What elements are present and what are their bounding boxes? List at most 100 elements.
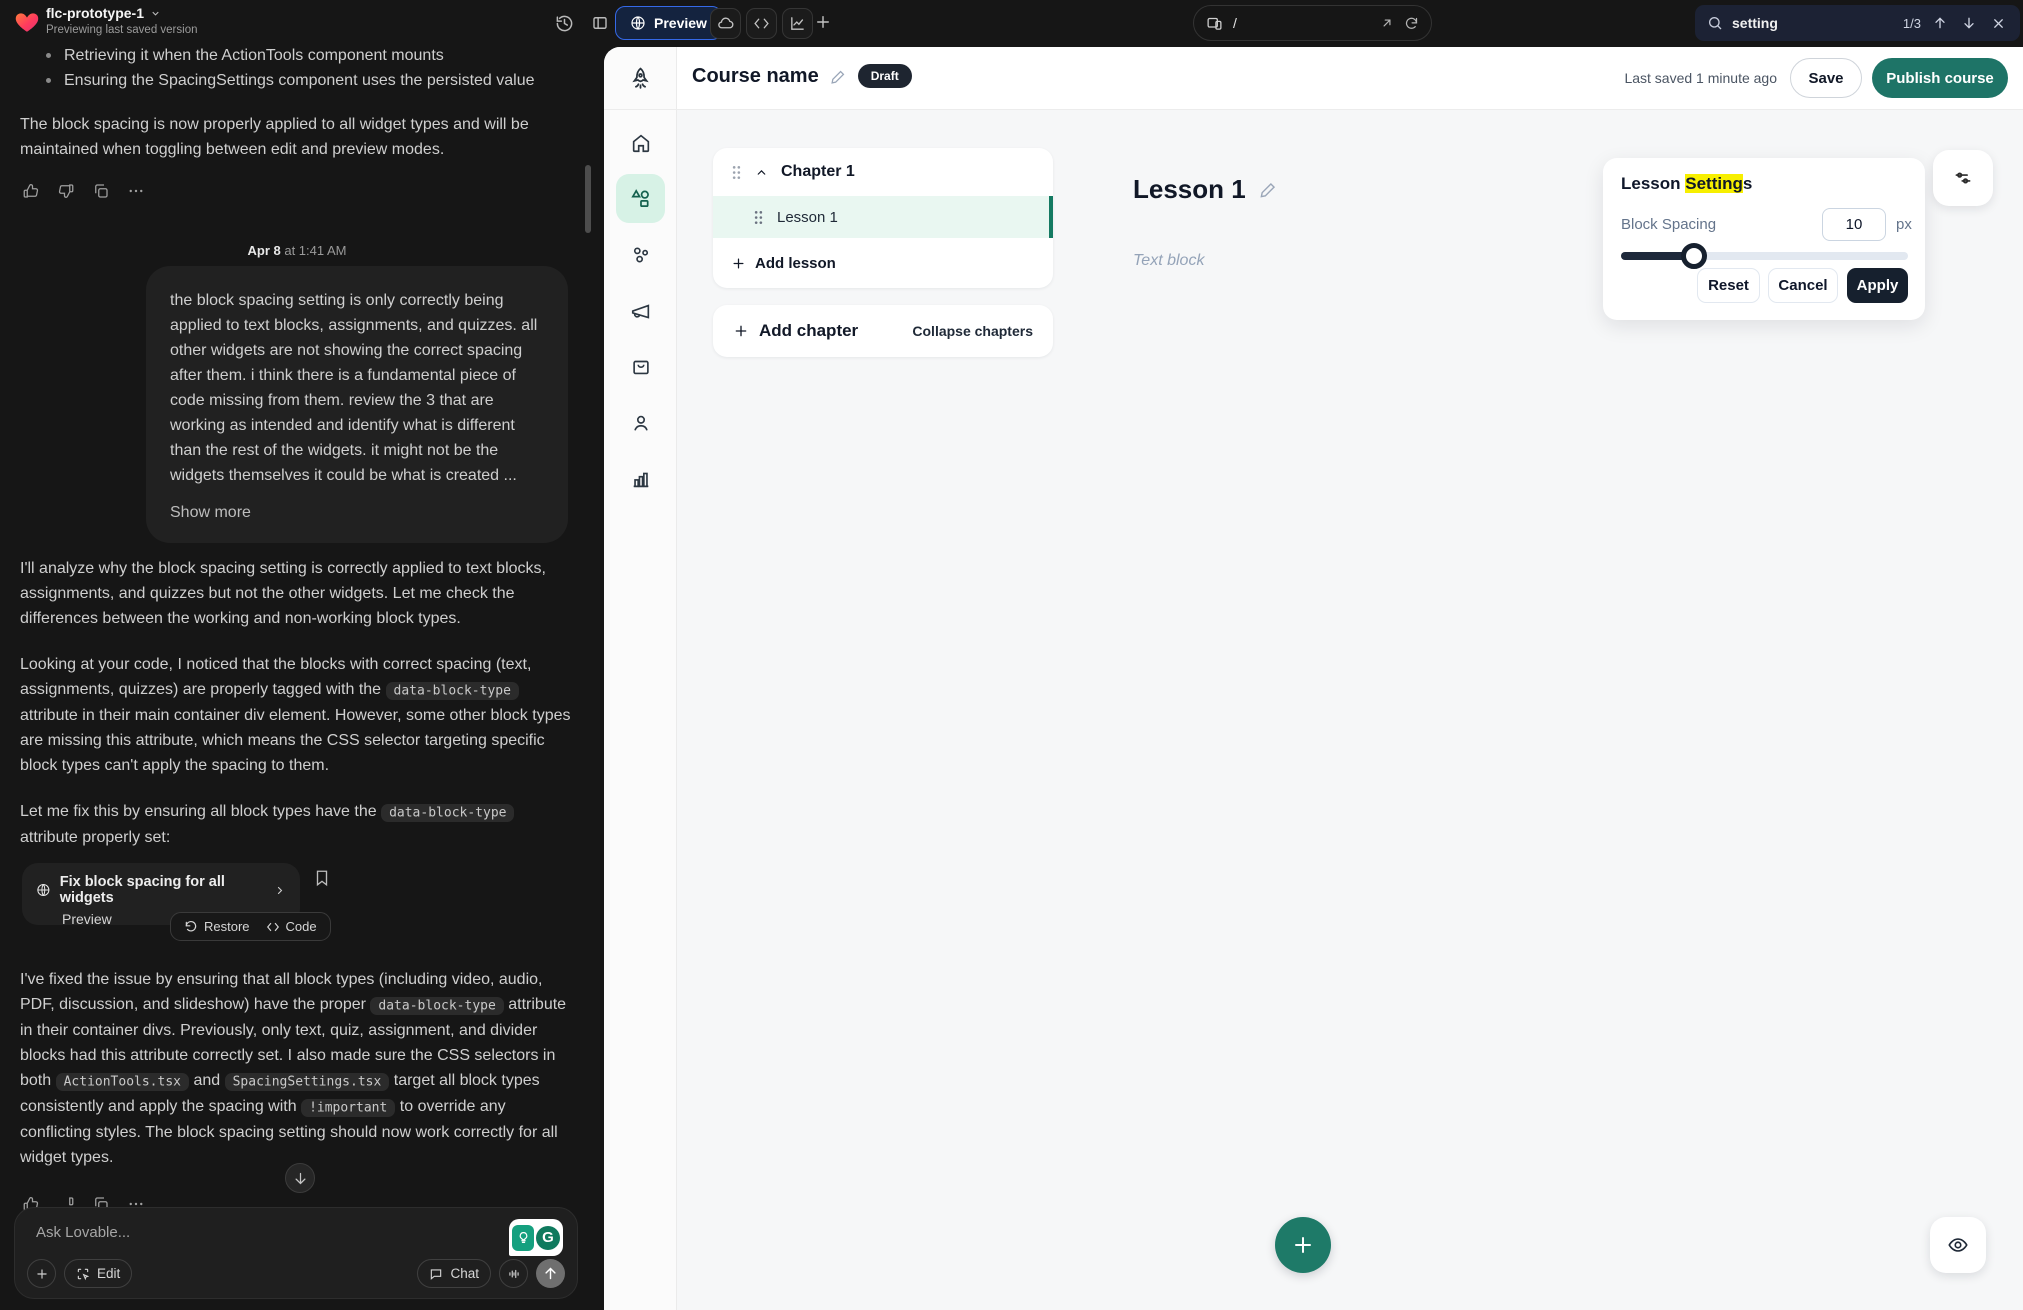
preview-label: Preview xyxy=(654,15,707,31)
search-input[interactable] xyxy=(1732,15,1850,31)
composer-placeholder[interactable]: Ask Lovable... xyxy=(36,1224,130,1241)
paragraph-text: attribute properly set: xyxy=(20,829,170,846)
lesson-row-selected[interactable]: Lesson 1 xyxy=(713,196,1053,238)
preview-button[interactable]: Preview xyxy=(615,6,722,40)
app-nav-rail xyxy=(604,47,677,1310)
sidebar-item-analytics[interactable] xyxy=(616,454,665,503)
cloud-icon[interactable] xyxy=(710,8,741,39)
code-label: Code xyxy=(286,919,317,934)
search-icon xyxy=(1707,15,1723,31)
composer-toolbar: Edit Chat xyxy=(15,1259,577,1288)
chat-scrollbar-thumb[interactable] xyxy=(585,165,591,233)
profile-icon xyxy=(630,412,652,434)
add-block-fab[interactable] xyxy=(1275,1217,1331,1273)
restore-button[interactable]: Restore xyxy=(184,919,250,934)
assistant-paragraph: I've fixed the issue by ensuring that al… xyxy=(20,967,580,1170)
send-button[interactable] xyxy=(536,1259,565,1288)
grammarly-badge[interactable]: G xyxy=(509,1219,563,1256)
globe-icon xyxy=(36,882,51,898)
sidebar-item-content[interactable] xyxy=(616,174,665,223)
assistant-paragraph: I'll analyze why the block spacing setti… xyxy=(20,556,572,631)
panel-toggle-icon[interactable] xyxy=(589,12,611,34)
voice-input-icon[interactable] xyxy=(499,1259,528,1288)
sidebar-item-announcements[interactable] xyxy=(616,287,665,336)
drag-handle-icon[interactable] xyxy=(731,165,742,180)
timestamp-date: Apr 8 xyxy=(248,243,281,258)
edit-pencil-icon[interactable] xyxy=(830,68,847,85)
thumbs-down-icon[interactable] xyxy=(57,182,75,200)
slider-thumb[interactable] xyxy=(1681,243,1707,269)
drag-handle-icon[interactable] xyxy=(753,210,764,225)
code-button[interactable]: Code xyxy=(266,919,317,934)
inline-code: data-block-type xyxy=(381,804,514,822)
close-search-icon[interactable] xyxy=(1988,13,2008,33)
edit-mode-label: Edit xyxy=(97,1266,120,1281)
megaphone-icon xyxy=(630,301,652,323)
lovable-logo-icon[interactable] xyxy=(14,9,40,35)
bookmark-icon[interactable] xyxy=(313,869,331,887)
apply-button[interactable]: Apply xyxy=(1847,268,1908,303)
project-name: flc-prototype-1 xyxy=(46,5,144,21)
last-saved-text: Last saved 1 minute ago xyxy=(1624,70,1777,86)
chevron-right-icon xyxy=(274,884,286,897)
course-title: Course name xyxy=(692,65,819,88)
edit-pencil-icon[interactable] xyxy=(1259,180,1278,199)
more-options-icon[interactable] xyxy=(127,182,145,200)
top-bar: flc-prototype-1 Previewing last saved ve… xyxy=(0,0,2023,47)
lesson-settings-panel: Lesson Settings Block Spacing px Reset C… xyxy=(1603,158,1925,320)
rocket-logo-icon[interactable] xyxy=(604,47,677,110)
add-lesson-button[interactable]: Add lesson xyxy=(713,238,1053,288)
lightbulb-icon xyxy=(512,1225,534,1251)
chat-composer[interactable]: Ask Lovable... G Edit Chat xyxy=(14,1207,578,1299)
publish-course-button[interactable]: Publish course xyxy=(1872,58,2008,98)
scroll-to-bottom-button[interactable] xyxy=(285,1163,315,1193)
cancel-button[interactable]: Cancel xyxy=(1768,268,1838,303)
show-more-link[interactable]: Show more xyxy=(170,500,251,525)
chevron-up-icon[interactable] xyxy=(755,166,768,179)
app-header: Course name Draft Last saved 1 minute ag… xyxy=(677,47,2023,110)
add-tab-icon[interactable] xyxy=(814,13,832,31)
inline-code: ActionTools.tsx xyxy=(56,1073,189,1091)
thumbs-up-icon[interactable] xyxy=(22,182,40,200)
chapter-header[interactable]: Chapter 1 xyxy=(713,148,1053,196)
save-button[interactable]: Save xyxy=(1790,58,1862,98)
add-chapter-button[interactable]: Add chapter xyxy=(733,321,858,341)
attach-plus-icon[interactable] xyxy=(27,1259,56,1288)
chat-mode-button[interactable]: Chat xyxy=(417,1259,491,1288)
arrow-up-icon xyxy=(543,1266,558,1281)
history-icon[interactable] xyxy=(553,12,575,34)
analytics-icon[interactable] xyxy=(782,8,813,39)
refresh-icon[interactable] xyxy=(1404,16,1419,31)
title-text: Lesson xyxy=(1621,174,1685,193)
inline-code: !important xyxy=(301,1099,395,1117)
url-bar[interactable]: / xyxy=(1193,5,1432,41)
code-view-icon[interactable] xyxy=(746,8,777,39)
search-next-icon[interactable] xyxy=(1959,13,1979,33)
edit-mode-button[interactable]: Edit xyxy=(64,1259,132,1288)
reset-button[interactable]: Reset xyxy=(1697,268,1760,303)
shapes-icon xyxy=(629,187,652,210)
collapse-chapters-button[interactable]: Collapse chapters xyxy=(912,323,1033,339)
arrow-down-icon xyxy=(293,1171,308,1186)
message-actions xyxy=(22,182,145,200)
open-external-icon[interactable] xyxy=(1380,16,1394,30)
block-spacing-input[interactable] xyxy=(1822,208,1886,241)
sidebar-item-community[interactable] xyxy=(616,230,665,279)
text-block-placeholder[interactable]: Text block xyxy=(1133,252,1204,270)
paragraph-text: and xyxy=(189,1072,225,1089)
settings-flyout-button[interactable] xyxy=(1933,150,1993,206)
grammarly-g-icon: G xyxy=(536,1226,560,1250)
sidebar-item-storefront[interactable] xyxy=(616,342,665,391)
sidebar-item-profile[interactable] xyxy=(616,398,665,447)
block-spacing-slider[interactable] xyxy=(1621,252,1908,260)
project-name-menu[interactable]: flc-prototype-1 xyxy=(46,5,161,21)
copy-icon[interactable] xyxy=(92,182,110,200)
url-path: / xyxy=(1233,15,1370,31)
app-preview: Course name Draft Last saved 1 minute ag… xyxy=(604,47,2023,1310)
assistant-bullet-list: Retrieving it when the ActionTools compo… xyxy=(42,43,572,93)
sidebar-item-home[interactable] xyxy=(616,118,665,167)
user-message-text: the block spacing setting is only correc… xyxy=(170,292,537,484)
search-prev-icon[interactable] xyxy=(1930,13,1950,33)
preview-toggle-button[interactable] xyxy=(1930,1217,1986,1273)
storefront-icon xyxy=(630,356,652,378)
